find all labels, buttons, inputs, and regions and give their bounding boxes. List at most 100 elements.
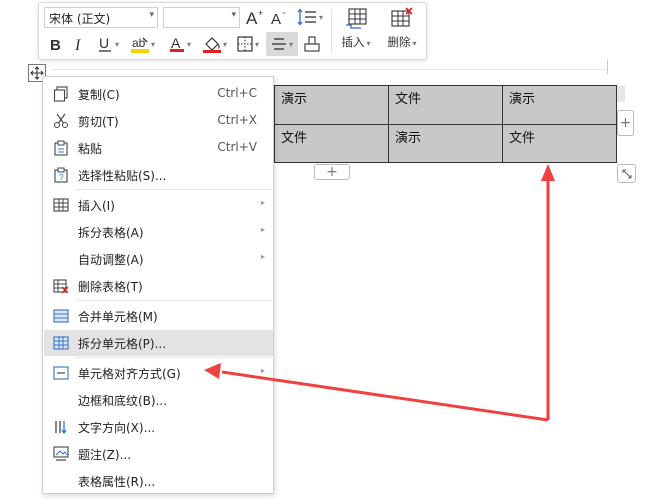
menu-item-cut[interactable]: 剪切(T) Ctrl+X	[44, 108, 273, 134]
borders-button[interactable]: ▾	[234, 33, 262, 55]
menu-item-label: 插入(I)	[78, 199, 115, 213]
table-cell[interactable]: 演示	[274, 85, 389, 125]
bold-button[interactable]: B	[47, 33, 65, 55]
shrink-font-button[interactable]: A-	[269, 6, 291, 28]
svg-text:A: A	[246, 9, 258, 26]
delete-table-icon	[53, 279, 69, 294]
chevron-down-icon: ▾	[149, 10, 154, 20]
paint-bucket-icon	[202, 37, 221, 53]
underline-button[interactable]: U ▾	[94, 33, 122, 55]
italic-button[interactable]: I	[70, 33, 88, 55]
chevron-down-icon: ▾	[231, 10, 236, 20]
delete-button[interactable]: 删除 ▾	[382, 7, 422, 55]
svg-text:I: I	[74, 37, 81, 52]
align-center-icon	[271, 38, 286, 50]
margin-corner-mark	[607, 60, 608, 74]
menu-item-split-table[interactable]: 拆分表格(A) ▸	[44, 219, 273, 245]
menu-item-caption[interactable]: 题注(Z)...	[44, 441, 273, 467]
menu-shortcut: Ctrl+C	[217, 86, 257, 100]
menu-item-table-properties[interactable]: 表格属性(R)...	[44, 468, 273, 494]
chevron-down-icon: ▾	[254, 39, 259, 49]
submenu-arrow-icon: ▸	[260, 252, 265, 261]
merge-cells-icon	[53, 309, 69, 323]
context-menu: 复制(C) Ctrl+C 剪切(T) Ctrl+X 粘贴 Ctrl+V ? 选择…	[42, 76, 274, 494]
menu-divider	[76, 189, 272, 190]
font-name-select[interactable]: 宋体 (正文) ▾	[44, 7, 158, 28]
chevron-down-icon: ▾	[222, 39, 227, 49]
submenu-arrow-icon: ▸	[260, 366, 265, 375]
paste-special-icon: ?	[54, 167, 68, 183]
menu-item-insert[interactable]: 插入(I) ▸	[44, 192, 273, 218]
menu-item-label: 拆分单元格(P)...	[78, 337, 167, 351]
menu-item-paste[interactable]: 粘贴 Ctrl+V	[44, 135, 273, 161]
grow-font-button[interactable]: A +	[244, 6, 266, 28]
paste-icon	[54, 140, 68, 156]
table-cell[interactable]: 文件	[274, 123, 389, 163]
margin-guide	[52, 69, 608, 70]
menu-item-label: 删除表格(T)	[78, 280, 143, 294]
cell-align-icon	[53, 366, 69, 380]
insert-button[interactable]: 插入 ▾	[336, 7, 376, 55]
menu-item-cell-alignment[interactable]: 单元格对齐方式(G) ▸	[44, 360, 273, 386]
chevron-down-icon: ▾	[288, 39, 293, 49]
table-cell[interactable]: 演示	[388, 123, 503, 163]
add-row-button[interactable]: +	[314, 164, 350, 180]
table-row: 演示 文件 演示	[274, 85, 617, 125]
line-spacing-button[interactable]: ▾	[295, 6, 325, 28]
annotation-arrow-to-table	[541, 164, 555, 420]
shading-button[interactable]: ▾	[200, 33, 230, 55]
resize-diagonal-icon	[622, 169, 631, 178]
table-delete-icon	[391, 7, 413, 27]
menu-item-merge-cells[interactable]: 合并单元格(M)	[44, 303, 273, 329]
table-cell[interactable]: 文件	[388, 85, 503, 125]
highlight-button[interactable]: ab ▾	[128, 33, 158, 55]
font-color-icon: A	[169, 35, 184, 52]
shrink-font-icon: A-	[271, 8, 285, 26]
menu-item-label: 复制(C)	[78, 88, 120, 102]
chevron-down-icon: ▾	[366, 39, 371, 48]
font-size-select[interactable]: ▾	[163, 7, 240, 28]
chevron-down-icon: ▾	[114, 39, 119, 49]
svg-text:-: -	[282, 8, 285, 19]
add-column-button[interactable]: +	[617, 110, 634, 136]
mini-toolbar: 宋体 (正文) ▾ ▾ A+ A- ▾ B I U ▾ ab ▾ A ▾ ▾	[38, 2, 427, 60]
menu-item-paste-special[interactable]: ? 选择性粘贴(S)...	[44, 162, 273, 188]
menu-item-autofit[interactable]: 自动调整(A) ▸	[44, 246, 273, 272]
menu-item-split-cells[interactable]: 拆分单元格(P)...	[44, 330, 273, 356]
menu-shortcut: Ctrl+V	[217, 140, 257, 154]
table-row: 文件 演示 文件	[274, 123, 617, 163]
menu-item-label: 剪切(T)	[78, 115, 119, 129]
menu-item-label: 粘贴	[78, 142, 103, 156]
chevron-down-icon: ▾	[186, 39, 191, 49]
menu-item-borders-shading[interactable]: 边框和底纹(B)...	[44, 387, 273, 413]
table-cell[interactable]: 文件	[502, 123, 617, 163]
line-spacing-icon	[297, 8, 316, 26]
table-insert-icon	[346, 8, 367, 29]
chevron-down-icon: ▾	[412, 39, 417, 48]
menu-item-label: 文字方向(X)...	[78, 421, 156, 435]
menu-item-text-direction[interactable]: 文字方向(X)...	[44, 414, 273, 440]
cut-icon	[54, 113, 68, 128]
copy-icon	[53, 86, 68, 102]
font-color-button[interactable]: A ▾	[166, 33, 194, 55]
submenu-arrow-icon: ▸	[260, 225, 265, 234]
column-edge-marker	[617, 86, 625, 102]
highlight-icon: ab	[130, 36, 149, 53]
align-button[interactable]: ▾	[266, 32, 298, 56]
eraser-icon	[304, 36, 320, 52]
font-name-value: 宋体 (正文)	[49, 12, 111, 26]
menu-item-delete-table[interactable]: 删除表格(T)	[44, 273, 273, 299]
underline-icon: U	[98, 35, 111, 52]
table-cell[interactable]: 演示	[502, 85, 617, 125]
split-cells-icon	[53, 336, 69, 350]
table-insert-icon	[53, 198, 69, 212]
delete-label: 删除	[387, 35, 411, 49]
svg-text:A: A	[171, 35, 181, 51]
svg-text:+: +	[258, 8, 263, 18]
eraser-button[interactable]	[302, 33, 322, 55]
bold-icon: B	[50, 37, 61, 52]
menu-item-copy[interactable]: 复制(C) Ctrl+C	[44, 81, 273, 107]
table-resize-handle[interactable]	[617, 164, 636, 183]
document-table: 演示 文件 演示 文件 演示 文件	[274, 85, 617, 163]
menu-item-label: 边框和底纹(B)...	[78, 394, 168, 408]
